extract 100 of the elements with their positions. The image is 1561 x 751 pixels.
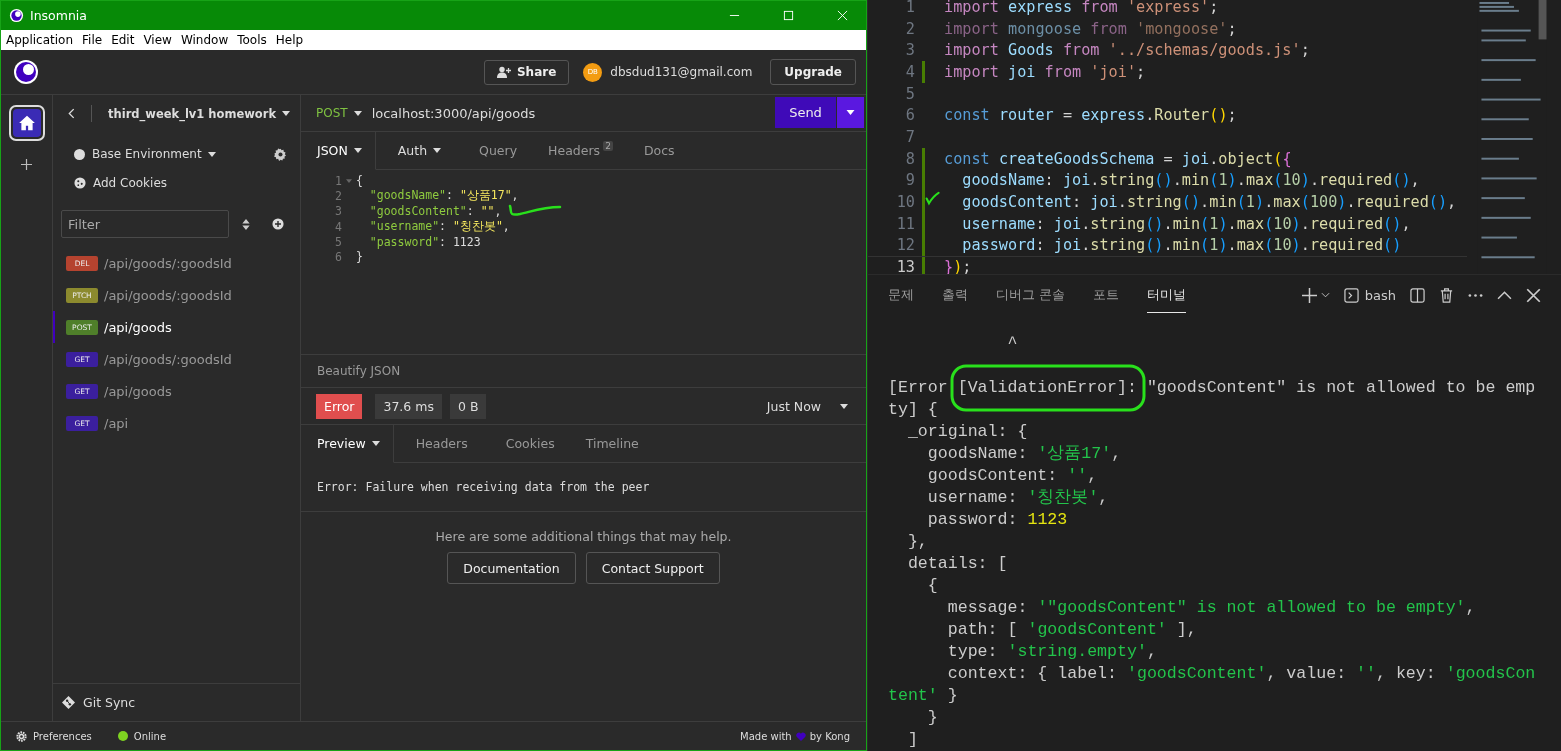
menu-item[interactable]: Edit	[111, 33, 135, 47]
filter-field[interactable]: Filter	[61, 210, 229, 238]
line-number: 10	[895, 193, 915, 212]
send-options-button[interactable]	[837, 97, 864, 128]
trash-icon[interactable]	[1439, 287, 1454, 303]
panel-tab[interactable]: 디버그 콘솔	[996, 277, 1066, 313]
terminal-line: ty] {	[888, 400, 938, 419]
line-number: 6	[334, 250, 342, 265]
code-line: username: joi.string().min(1).max(10).required(),	[961, 214, 1411, 233]
help-button[interactable]: Documentation	[447, 552, 576, 584]
menu-item[interactable]: Tools	[237, 33, 267, 47]
code-line: "goodsContent": "",	[368, 204, 502, 219]
caret-icon[interactable]	[282, 111, 291, 116]
menu-item[interactable]: Window	[180, 33, 229, 47]
terminal-line: }	[926, 708, 938, 727]
line-number: 6	[904, 106, 915, 125]
history-selector[interactable]: Just Now	[766, 398, 821, 414]
line-number: 9	[904, 171, 915, 190]
menu-item[interactable]: File	[82, 33, 103, 47]
code-line: {	[356, 173, 363, 188]
url-field[interactable]: localhost:3000/api/goods	[371, 105, 536, 121]
response-size: 0 B	[449, 393, 487, 419]
code-line: password: joi.string().min(1).max(10).required()	[961, 236, 1402, 255]
home-button[interactable]	[8, 105, 45, 141]
terminal-line: username: '칭찬봇',	[926, 488, 1109, 507]
made-with-text: Made with	[740, 730, 792, 742]
response-tab[interactable]: Cookies	[489, 425, 570, 462]
add-icon[interactable]	[272, 218, 284, 230]
line-number: 3	[904, 41, 915, 60]
back-icon[interactable]	[68, 108, 75, 119]
heart-icon	[795, 731, 806, 741]
line-number: 1	[904, 0, 915, 16]
terminal-line: [Error [ValidationError]: "goodsContent" is not allowed to be emp	[888, 378, 1536, 397]
caret-icon[interactable]	[353, 110, 362, 116]
chevron-down-icon[interactable]	[1320, 292, 1330, 299]
panel-tab[interactable]: 터미널	[1147, 277, 1187, 313]
sort-icon[interactable]	[242, 218, 250, 230]
online-dot-icon	[117, 731, 128, 741]
request-tab[interactable]: Auth	[375, 132, 464, 169]
request-tab[interactable]: JSON	[301, 132, 376, 170]
menu-item[interactable]: Help	[275, 33, 304, 47]
workspace-name[interactable]: third_week_lv1 homework	[108, 106, 277, 121]
terminal-line: type: 'string.empty',	[946, 642, 1157, 661]
line-number: 2	[904, 19, 915, 38]
terminal-line: goodsName: '상품17',	[926, 444, 1122, 463]
plus-icon[interactable]	[1301, 287, 1317, 303]
git-sync-button[interactable]: Git Sync	[83, 695, 136, 710]
request-tab[interactable]: Docs	[627, 132, 690, 169]
line-number: 3	[334, 204, 342, 219]
close-icon[interactable]	[1526, 287, 1541, 303]
request-path[interactable]: /api/goods	[104, 319, 172, 335]
response-tab[interactable]: Preview	[301, 425, 394, 463]
response-tab[interactable]: Headers	[393, 425, 490, 462]
preferences-link[interactable]: Preferences	[33, 730, 92, 742]
code-line: import joi from 'joi';	[944, 62, 1146, 81]
terminal-line: goodsContent: '',	[926, 466, 1098, 485]
request-path[interactable]: /api/goods	[104, 383, 172, 399]
request-path[interactable]: /api	[104, 415, 129, 431]
git-icon	[62, 696, 75, 709]
beautify-button[interactable]: Beautify JSON	[317, 364, 401, 378]
line-number: 7	[904, 127, 915, 146]
add-cookies-link[interactable]: Add Cookies	[93, 175, 168, 190]
share-button[interactable]: Share	[483, 59, 570, 85]
terminal-line: ^	[1006, 334, 1018, 353]
app-logo-icon[interactable]	[13, 59, 39, 85]
caret-icon[interactable]	[207, 151, 216, 157]
code-line: "username": "칭찬봇",	[368, 219, 510, 235]
help-button[interactable]: Contact Support	[585, 552, 720, 584]
code-line: const router = express.Router();	[944, 106, 1237, 125]
panel-tab[interactable]: 포트	[1093, 277, 1120, 313]
caret-icon[interactable]	[840, 403, 848, 409]
panel-tab[interactable]: 문제	[888, 277, 914, 313]
terminal-line: context: { label: 'goodsContent', value: '', key: 'goodsCon	[946, 664, 1536, 683]
response-tab[interactable]: Timeline	[569, 425, 654, 462]
upgrade-button[interactable]: Upgrade	[770, 59, 856, 85]
code-line: });	[944, 258, 972, 274]
request-path[interactable]: /api/goods/:goodsId	[104, 255, 232, 271]
code-line: goodsName: joi.string().min(1).max(10).required(),	[961, 171, 1420, 190]
method-selector[interactable]: POST	[316, 106, 348, 120]
panel-tab[interactable]: 출력	[942, 277, 968, 313]
menu-item[interactable]: View	[143, 33, 172, 47]
line-number: 1	[334, 173, 342, 188]
count-badge: 2	[603, 140, 613, 151]
settings-icon[interactable]	[274, 147, 287, 161]
menu-item[interactable]: Application	[6, 33, 74, 47]
send-button[interactable]: Send	[775, 97, 836, 128]
shell-name[interactable]: bash	[1364, 287, 1396, 303]
fold-icon[interactable]	[346, 178, 352, 183]
maximize-icon[interactable]	[783, 10, 794, 21]
request-path[interactable]: /api/goods/:goodsId	[104, 287, 232, 303]
split-icon[interactable]	[1410, 287, 1425, 303]
line-number: 4	[904, 62, 915, 81]
request-path[interactable]: /api/goods/:goodsId	[104, 351, 232, 367]
plus-icon[interactable]	[21, 159, 32, 170]
request-tab[interactable]: Query	[463, 132, 533, 169]
line-number: 8	[904, 149, 915, 168]
request-tab[interactable]: Headers 2	[532, 132, 628, 169]
environment-selector[interactable]: Base Environment	[92, 147, 202, 161]
by-kong-text: by Kong	[809, 730, 850, 742]
settings-icon[interactable]	[16, 730, 27, 742]
